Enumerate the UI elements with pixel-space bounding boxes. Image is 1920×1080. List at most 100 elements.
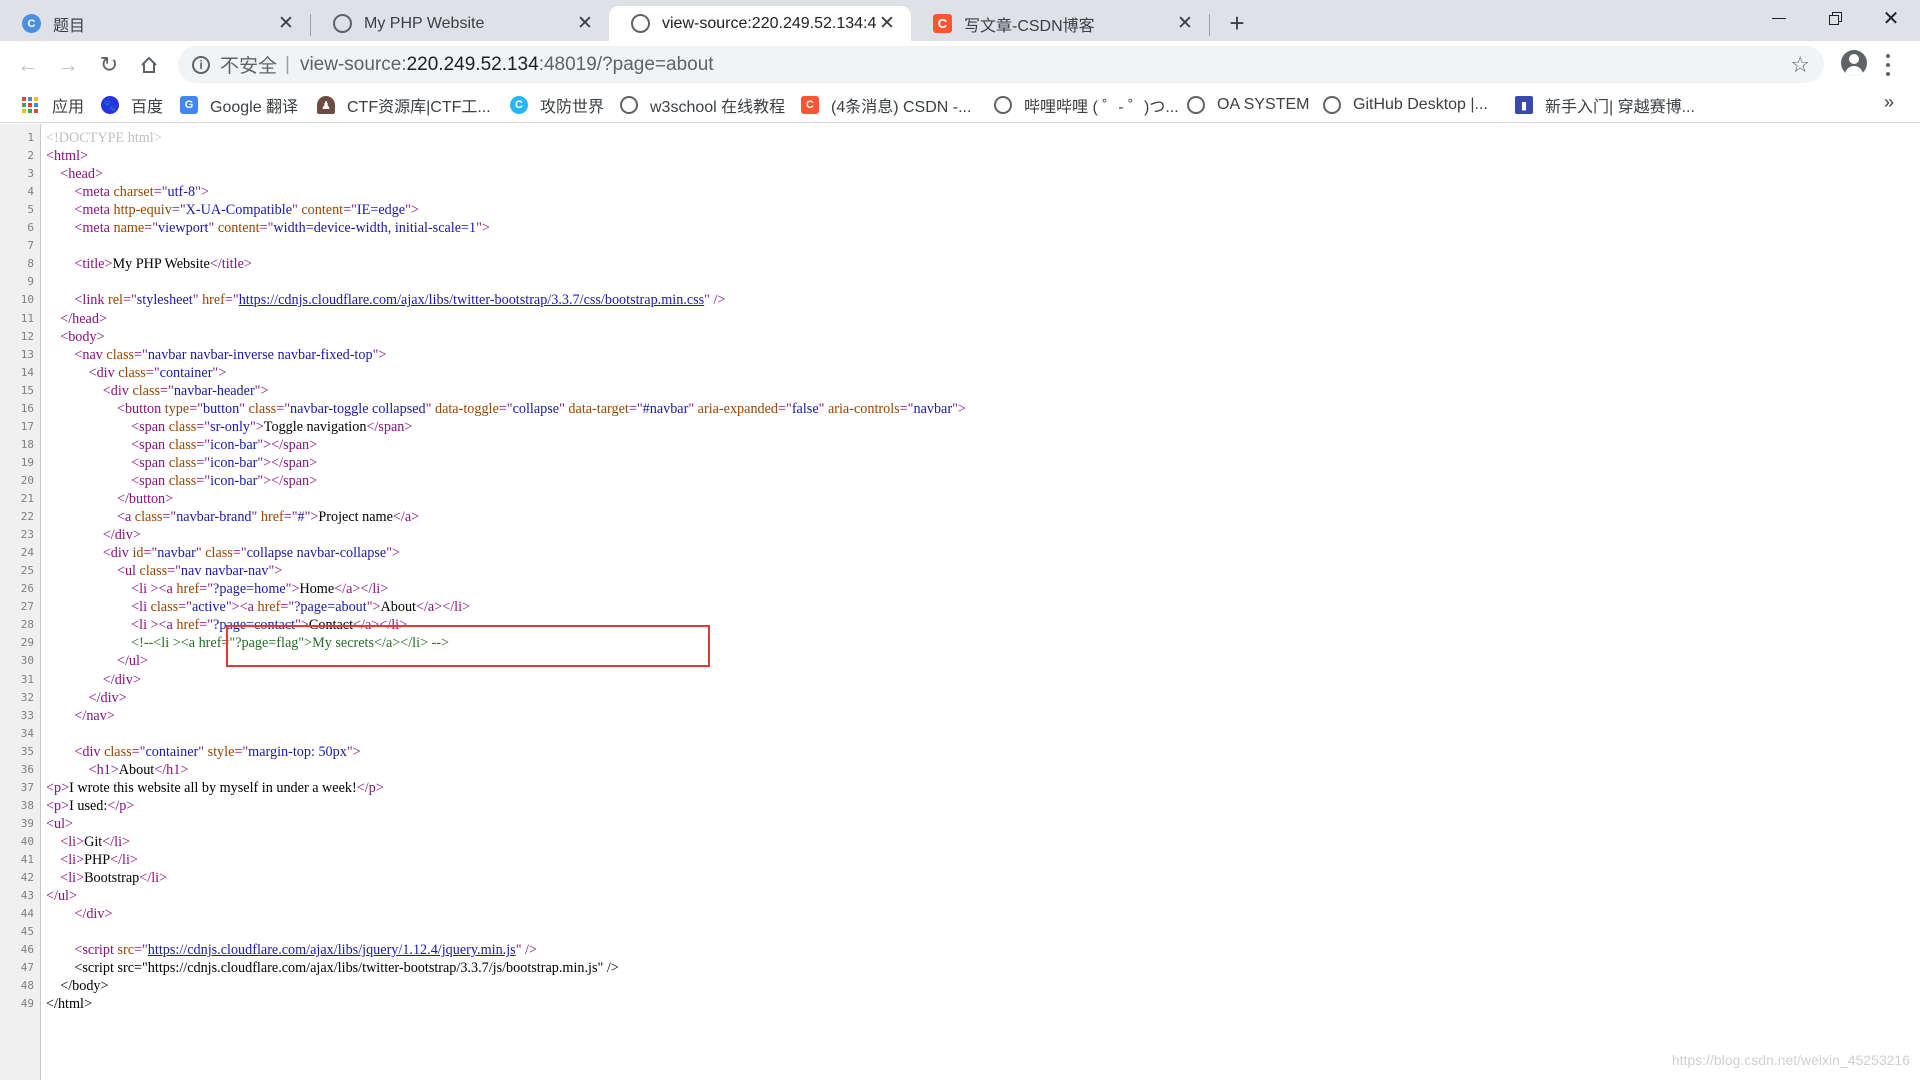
source-token: nav navbar-nav	[180, 563, 269, 580]
source-token: ="	[276, 400, 290, 417]
tab-1[interactable]: C 题目 ✕	[0, 6, 310, 41]
new-tab-button[interactable]: +	[1222, 8, 1252, 38]
more-menu-icon[interactable]	[1883, 51, 1893, 79]
tab-3-active[interactable]: view-source:220.249.52.134:48 ✕	[609, 6, 911, 41]
source-line: <meta charset="utf-8">	[46, 183, 209, 201]
close-icon[interactable]: ✕	[1175, 13, 1195, 34]
source-token: "	[292, 202, 302, 219]
source-token: type	[164, 400, 190, 417]
source-token	[46, 455, 131, 471]
source-token	[46, 365, 89, 381]
close-icon[interactable]: ✕	[575, 13, 595, 34]
close-icon[interactable]: ✕	[877, 13, 897, 34]
source-token: <link	[74, 292, 108, 309]
source-token: </body>	[46, 978, 109, 995]
source-token: </p>	[107, 797, 135, 814]
tab-strip: C 题目 ✕ My PHP Website ✕ view-source:220.…	[0, 0, 1920, 41]
line-number: 34	[20, 726, 34, 740]
profile-avatar[interactable]	[1841, 50, 1867, 76]
source-token[interactable]: https://cdnjs.cloudflare.com/ajax/libs/t…	[239, 292, 704, 308]
info-icon[interactable]: i	[192, 55, 210, 74]
source-token: ="	[143, 545, 158, 562]
line-number: 8	[27, 257, 34, 271]
close-window-button[interactable]: ✕	[1862, 0, 1920, 36]
reload-button[interactable]: ↻	[93, 49, 125, 81]
bookmark-oa-system[interactable]: OA SYSTEM	[1187, 93, 1309, 117]
book-icon: ▮	[1515, 96, 1533, 114]
tab-4[interactable]: C 写文章-CSDN博客 ✕	[911, 6, 1209, 41]
line-number: 20	[20, 473, 34, 487]
bookmark-adworld[interactable]: C 攻防世界	[510, 93, 604, 117]
source-token: ">	[366, 599, 381, 616]
home-button[interactable]	[133, 49, 165, 81]
source-token: ="	[153, 184, 168, 201]
source-token: I wrote this website all by myself in un…	[69, 779, 357, 796]
bookmark-bilibili[interactable]: 哔哩哔哩 ( ゜- ゜)つ...	[994, 93, 1179, 117]
source-token: ="	[234, 743, 249, 760]
bookmark-apps[interactable]: 应用	[22, 93, 84, 117]
source-token: </a>	[392, 509, 420, 526]
source-token: </button>	[116, 491, 174, 507]
restore-button[interactable]	[1806, 0, 1864, 36]
bookmark-github-desktop[interactable]: GitHub Desktop |...	[1323, 93, 1488, 117]
source-line: <button type="button" class="navbar-togg…	[46, 400, 966, 418]
star-icon[interactable]: ☆	[1790, 52, 1810, 78]
source-token: </a></li>	[334, 581, 389, 598]
minimize-button[interactable]	[1750, 0, 1808, 36]
source-token: <span	[131, 418, 169, 435]
bookmark-baidu[interactable]: 🐾 百度	[101, 93, 163, 117]
globe-icon	[620, 96, 638, 114]
source-token	[46, 166, 60, 182]
source-token: About	[118, 761, 155, 778]
line-number: 41	[20, 853, 34, 866]
chevron-right-icon[interactable]: »	[1884, 92, 1894, 113]
tab-2[interactable]: My PHP Website ✕	[311, 6, 609, 41]
source-token: navbar	[913, 400, 953, 417]
line-number: 15	[20, 383, 34, 397]
source-token: class	[168, 418, 197, 435]
source-token: stylesheet	[136, 292, 193, 309]
baidu-icon: 🐾	[101, 96, 119, 114]
source-token: <meta	[74, 202, 114, 219]
address-bar[interactable]: i 不安全 | view-source: 220.249.52.134 :480…	[178, 46, 1824, 83]
line-number: 35	[20, 744, 34, 758]
source-token: <p>	[46, 797, 70, 814]
source-line: <span class="icon-bar"></span>	[46, 436, 317, 454]
source-token	[46, 256, 74, 272]
source-token: "	[192, 292, 203, 309]
line-number: 4	[27, 185, 34, 199]
source-token	[46, 744, 74, 760]
bookmark-w3school[interactable]: w3school 在线教程	[620, 93, 785, 117]
source-token: ="	[122, 292, 137, 309]
source-token: data-toggle	[434, 400, 499, 417]
bookmark-ctf-resources[interactable]: ♟ CTF资源库|CTF工...	[317, 93, 491, 117]
source-token: name	[113, 220, 145, 237]
source-token: icon-bar	[210, 472, 258, 489]
source-token: <!DOCTYPE html>	[46, 130, 162, 146]
source-token: ="	[134, 942, 148, 959]
bookmark-csdn[interactable]: C (4条消息) CSDN -...	[801, 93, 971, 117]
source-line: <div class="container" style="margin-top…	[46, 743, 360, 761]
line-number: 1	[27, 131, 34, 144]
source-token: "	[239, 400, 249, 417]
source-token: ="	[145, 364, 160, 381]
line-number: 27	[20, 600, 34, 614]
source-line: <!DOCTYPE html>	[46, 129, 162, 147]
bookmark-google-translate[interactable]: G Google 翻译	[180, 93, 298, 117]
line-number: 28	[20, 618, 34, 632]
bookmark-newbie-guide[interactable]: ▮ 新手入门| 穿越赛博...	[1515, 93, 1695, 117]
back-button[interactable]: ←	[12, 49, 44, 81]
source-token: ">	[372, 346, 387, 363]
browser-toolbar: ← → ↻ i 不安全 | view-source: 220.249.52.13…	[0, 41, 1920, 88]
forward-button[interactable]: →	[52, 49, 84, 81]
bookmark-label: 哔哩哔哩 ( ゜- ゜)つ...	[1024, 99, 1179, 116]
source-token: class	[168, 454, 197, 471]
line-number: 6	[27, 221, 34, 235]
source-token[interactable]: https://cdnjs.cloudflare.com/ajax/libs/j…	[148, 942, 516, 958]
source-token: <head>	[60, 166, 103, 183]
source-token: ="	[199, 617, 214, 634]
close-icon[interactable]: ✕	[276, 13, 296, 34]
url-path: :48019/?page=about	[538, 53, 714, 75]
line-number: 26	[20, 582, 34, 596]
line-number-gutter: 1 2 3 4 5 6 7 8 9 10 11 12 13 14 15 16 17 18 19 20 21 22 23 24 2…	[0, 124, 41, 1080]
